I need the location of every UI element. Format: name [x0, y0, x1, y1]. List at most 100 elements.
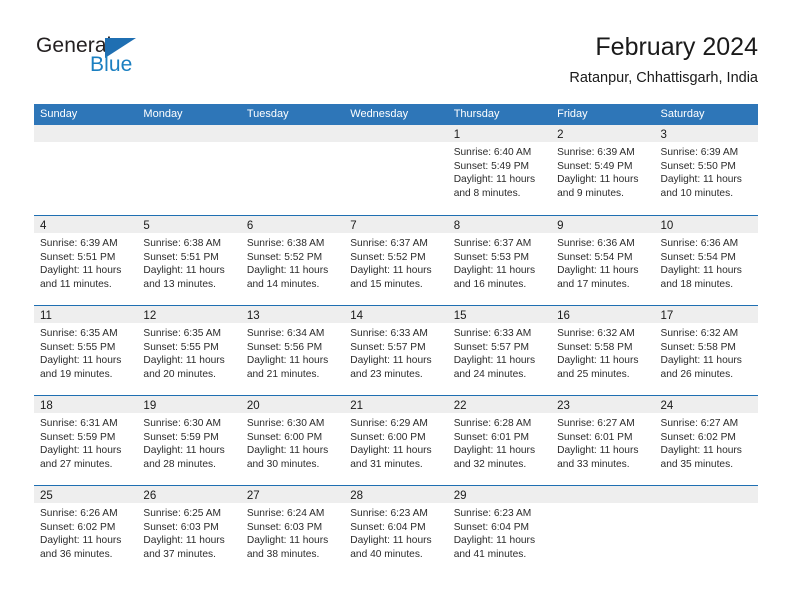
day-number-strip: 23 [551, 396, 655, 413]
day-number-strip: 2 [551, 125, 655, 142]
day-cell-21[interactable]: 21 Sunrise: 6:29 AM Sunset: 6:00 PM Dayligh… [344, 396, 448, 485]
daylight-text: Daylight: 11 hours and 35 minutes. [660, 445, 742, 470]
sunrise-text: Sunrise: 6:26 AM [40, 508, 118, 519]
sunset-text: Sunset: 5:49 PM [557, 160, 633, 172]
daylight-text: Daylight: 11 hours and 14 minutes. [246, 265, 329, 290]
day-cell-13[interactable]: 13 Sunrise: 6:34 AM Sunset: 5:56 PM Dayligh… [240, 306, 345, 395]
daylight-text: Daylight: 11 hours and 32 minutes. [453, 445, 536, 470]
sunrise-text: Sunrise: 6:33 AM [453, 328, 532, 339]
daylight-text: Daylight: 11 hours and 20 minutes. [143, 355, 225, 380]
day-cell-24[interactable]: 24 Sunrise: 6:27 AM Sunset: 6:02 PM Dayligh… [654, 396, 758, 485]
day-cell-8[interactable]: 8 Sunrise: 6:37 AM Sunset: 5:53 PM Daylight… [447, 216, 552, 305]
day-cell-7[interactable]: 7 Sunrise: 6:37 AM Sunset: 5:52 PM Daylight… [344, 216, 448, 305]
day-details: Sunrise: 6:37 AM Sunset: 5:53 PM Daylight:… [448, 233, 551, 291]
day-details: Sunrise: 6:36 AM Sunset: 5:54 PM Daylight:… [655, 233, 758, 291]
title-block: February 2024 Ratanpur, Chhattisgarh, In… [569, 32, 758, 88]
sunrise-text: Sunrise: 6:36 AM [660, 238, 739, 249]
daylight-text: Daylight: 11 hours and 13 minutes. [143, 265, 225, 290]
day-cell-10[interactable]: 10 Sunrise: 6:36 AM Sunset: 5:54 PM Dayligh… [654, 216, 758, 305]
sunrise-text: Sunrise: 6:32 AM [557, 328, 635, 339]
day-cell-4[interactable]: 4 Sunrise: 6:39 AM Sunset: 5:51 PM Daylight… [34, 216, 138, 305]
sunset-text: Sunset: 6:02 PM [40, 521, 116, 533]
sunrise-text: Sunrise: 6:30 AM [143, 418, 222, 429]
day-cell-15[interactable]: 15 Sunrise: 6:33 AM Sunset: 5:57 PM Dayligh… [447, 306, 552, 395]
day-cell-6[interactable]: 6 Sunrise: 6:38 AM Sunset: 5:52 PM Daylight… [240, 216, 345, 305]
daylight-text: Daylight: 11 hours and 31 minutes. [350, 445, 432, 470]
sunset-text: Sunset: 6:01 PM [453, 431, 530, 443]
sunset-text: Sunset: 6:04 PM [350, 521, 426, 533]
sunset-text: Sunset: 5:52 PM [246, 251, 323, 263]
day-number: 22 [453, 400, 467, 412]
day-cell-11[interactable]: 11 Sunrise: 6:35 AM Sunset: 5:55 PM Dayligh… [34, 306, 138, 395]
day-details: Sunrise: 6:33 AM Sunset: 5:57 PM Daylight:… [344, 323, 447, 381]
sunset-text: Sunset: 5:59 PM [40, 431, 116, 443]
sunset-text: Sunset: 6:00 PM [246, 431, 323, 443]
daylight-text: Daylight: 11 hours and 17 minutes. [557, 265, 639, 290]
sunrise-text: Sunrise: 6:37 AM [453, 238, 532, 249]
sunrise-text: Sunrise: 6:30 AM [246, 418, 325, 429]
sunrise-text: Sunrise: 6:25 AM [143, 508, 222, 519]
day-number-strip: 19 [137, 396, 241, 413]
day-number-strip: 12 [137, 306, 241, 323]
day-number-strip: 14 [344, 306, 448, 323]
day-details: Sunrise: 6:35 AM Sunset: 5:55 PM Daylight:… [137, 323, 240, 381]
day-cell-5[interactable]: 5 Sunrise: 6:38 AM Sunset: 5:51 PM Daylight… [137, 216, 241, 305]
day-cell-17[interactable]: 17 Sunrise: 6:32 AM Sunset: 5:58 PM Dayligh… [654, 306, 758, 395]
brand-logo[interactable]: General Blue [34, 34, 194, 80]
sunrise-text: Sunrise: 6:38 AM [143, 238, 222, 249]
day-number: 6 [246, 220, 254, 232]
day-cell-18[interactable]: 18 Sunrise: 6:31 AM Sunset: 5:59 PM Dayligh… [34, 396, 138, 485]
day-number-strip: 22 [447, 396, 552, 413]
day-cell-9[interactable]: 9 Sunrise: 6:36 AM Sunset: 5:54 PM Daylight… [551, 216, 655, 305]
sunset-text: Sunset: 5:50 PM [660, 160, 736, 172]
sunset-text: Sunset: 5:54 PM [557, 251, 633, 263]
day-number: 23 [557, 400, 570, 412]
page-header: General Blue February 2024 Ratanpur, Chh… [0, 0, 792, 86]
day-details: Sunrise: 6:36 AM Sunset: 5:54 PM Daylight:… [551, 233, 654, 291]
sunrise-text: Sunrise: 6:24 AM [246, 508, 325, 519]
sunrise-text: Sunrise: 6:23 AM [350, 508, 428, 519]
daylight-text: Daylight: 11 hours and 33 minutes. [557, 445, 639, 470]
day-details: Sunrise: 6:35 AM Sunset: 5:55 PM Daylight:… [34, 323, 137, 381]
day-cell-14[interactable]: 14 Sunrise: 6:33 AM Sunset: 5:57 PM Dayligh… [344, 306, 448, 395]
sunset-text: Sunset: 6:01 PM [557, 431, 633, 443]
day-cell-16[interactable]: 16 Sunrise: 6:32 AM Sunset: 5:58 PM Dayligh… [551, 306, 655, 395]
calendar-week-row: 4 Sunrise: 6:39 AM Sunset: 5:51 PM Daylight… [34, 215, 758, 305]
sunset-text: Sunset: 5:51 PM [40, 251, 116, 263]
day-cell-19[interactable]: 19 Sunrise: 6:30 AM Sunset: 5:59 PM Dayligh… [137, 396, 241, 485]
day-cell-20[interactable]: 20 Sunrise: 6:30 AM Sunset: 6:00 PM Dayligh… [240, 396, 345, 485]
day-cell-25[interactable]: 25 Sunrise: 6:26 AM Sunset: 6:02 PM Dayligh… [34, 486, 138, 575]
day-details: Sunrise: 6:26 AM Sunset: 6:02 PM Daylight:… [34, 503, 137, 561]
day-cell-23[interactable]: 23 Sunrise: 6:27 AM Sunset: 6:01 PM Dayligh… [551, 396, 655, 485]
day-number: 10 [660, 220, 674, 232]
day-cell-28[interactable]: 28 Sunrise: 6:23 AM Sunset: 6:04 PM Dayligh… [344, 486, 448, 575]
day-cell-27[interactable]: 27 Sunrise: 6:24 AM Sunset: 6:03 PM Dayligh… [240, 486, 345, 575]
day-number: 19 [143, 400, 157, 412]
day-details: Sunrise: 6:39 AM Sunset: 5:51 PM Daylight:… [34, 233, 137, 291]
weekday-header-thursday: Thursday [453, 108, 500, 120]
daylight-text: Daylight: 11 hours and 19 minutes. [40, 355, 122, 380]
daylight-text: Daylight: 11 hours and 37 minutes. [143, 535, 225, 560]
day-cell-29[interactable]: 29 Sunrise: 6:23 AM Sunset: 6:04 PM Dayligh… [447, 486, 552, 575]
day-number: 29 [453, 490, 467, 502]
brand-name-blue: Blue [90, 53, 133, 76]
sunset-text: Sunset: 6:04 PM [453, 521, 530, 533]
day-cell-26[interactable]: 26 Sunrise: 6:25 AM Sunset: 6:03 PM Dayligh… [137, 486, 241, 575]
sunrise-text: Sunrise: 6:36 AM [557, 238, 635, 249]
daylight-text: Daylight: 11 hours and 41 minutes. [453, 535, 536, 560]
day-number-strip: 29 [447, 486, 552, 503]
sunrise-text: Sunrise: 6:37 AM [350, 238, 428, 249]
day-cell-empty [551, 486, 655, 575]
day-cell-22[interactable]: 22 Sunrise: 6:28 AM Sunset: 6:01 PM Dayligh… [447, 396, 552, 485]
day-number: 14 [350, 310, 364, 322]
day-number: 5 [143, 220, 150, 232]
day-number: 28 [350, 490, 364, 502]
day-cell-2[interactable]: 2 Sunrise: 6:39 AM Sunset: 5:49 PM Daylight… [551, 125, 655, 215]
day-cell-3[interactable]: 3 Sunrise: 6:39 AM Sunset: 5:50 PM Daylight… [654, 125, 758, 215]
day-cell-1[interactable]: 1 Sunrise: 6:40 AM Sunset: 5:49 PM Daylight… [447, 125, 552, 215]
day-number-strip: 26 [137, 486, 241, 503]
day-cell-12[interactable]: 12 Sunrise: 6:35 AM Sunset: 5:55 PM Dayligh… [137, 306, 241, 395]
day-number-strip: 3 [654, 125, 758, 142]
day-number: 17 [660, 310, 674, 322]
sunset-text: Sunset: 5:55 PM [143, 341, 219, 353]
